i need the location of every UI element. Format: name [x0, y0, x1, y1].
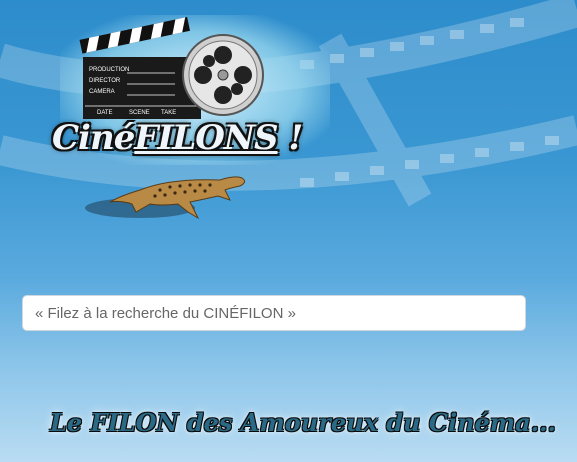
site-logo[interactable]: PRODUCTION DIRECTOR CAMERA DATE SCENE TA…	[50, 10, 340, 230]
clapper-scene: SCENE	[129, 110, 150, 116]
logo-text: CinéFILONS !	[52, 118, 303, 158]
clapper-production: PRODUCTION	[89, 67, 129, 73]
clapper-take: TAKE	[161, 110, 176, 116]
clapper-date: DATE	[97, 110, 113, 116]
clapperboard-reel-icon: PRODUCTION DIRECTOR CAMERA DATE SCENE TA…	[79, 17, 264, 119]
clapper-camera: CAMERA	[89, 89, 115, 95]
cheetah-icon	[85, 176, 246, 220]
search-input[interactable]	[22, 295, 526, 331]
clapper-director: DIRECTOR	[89, 78, 121, 84]
tagline: Le FILON des Amoureux du Cinéma...	[50, 408, 556, 437]
